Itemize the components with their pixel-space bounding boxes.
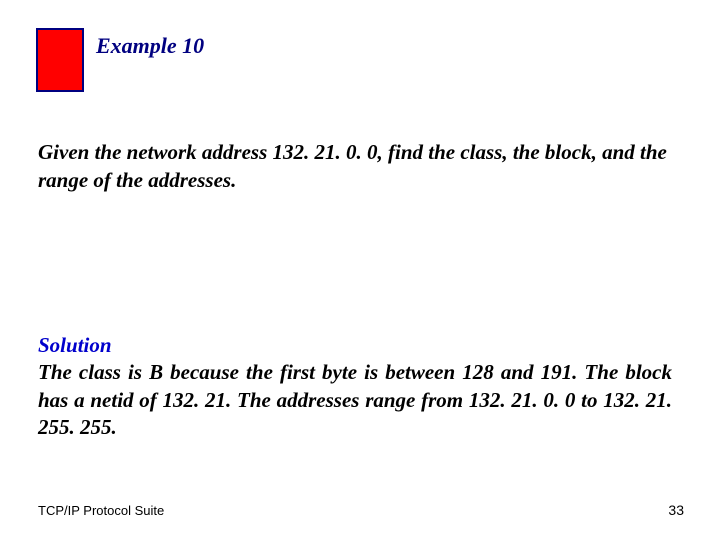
accent-box <box>36 28 84 92</box>
footer-source: TCP/IP Protocol Suite <box>38 503 164 518</box>
solution-body: The class is B because the first byte is… <box>38 359 672 441</box>
question-text: Given the network address 132. 21. 0. 0,… <box>38 138 672 195</box>
example-title: Example 10 <box>96 33 204 59</box>
slide-header: Example 10 <box>36 28 204 92</box>
page-number: 33 <box>668 502 684 518</box>
solution-block: Solution The class is B because the firs… <box>38 332 672 441</box>
solution-label: Solution <box>38 332 672 359</box>
